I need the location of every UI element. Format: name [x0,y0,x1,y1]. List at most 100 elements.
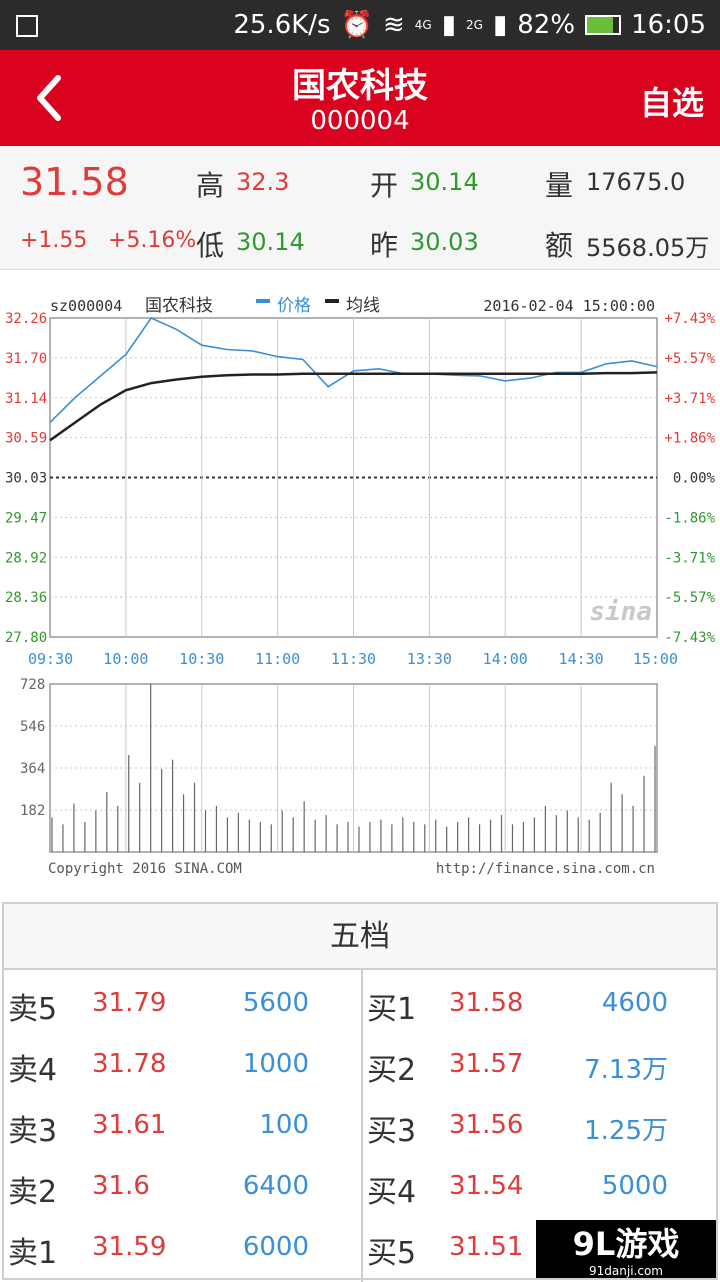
sina-logo: sina [589,597,652,627]
chart-svg: sz000004国农科技价格均线2016-02-04 15:00:0032.26… [0,270,720,900]
app-header: 国农科技 000004 自选 [0,50,720,146]
buy-row[interactable]: 买331.561.25万 [363,1094,718,1155]
sell-price: 31.79 [92,988,166,1018]
x-axis-label: 10:00 [103,650,148,668]
y-axis-label-right: +7.43% [664,311,715,327]
y-axis-label-left: 28.92 [5,550,47,566]
volume-value: 17675.0 [586,168,685,196]
high-value: 32.3 [236,168,289,196]
x-axis-label: 10:30 [179,650,224,668]
buy-level-label: 买3 [367,1106,416,1150]
y-axis-label-left: 31.70 [5,351,47,367]
stock-name: 国农科技 [0,58,720,107]
legend-price-swatch [256,299,270,303]
sell-row[interactable]: 卖4 31.78 1000 [4,1033,359,1094]
sell-row[interactable]: 卖3 31.61 100 [4,1094,359,1155]
order-book-title: 五档 [4,904,716,970]
chart-copyright: Copyright 2016 SINA.COM [48,861,242,877]
buy-level-label: 买4 [367,1167,416,1211]
price-change: +1.55 [20,228,87,253]
sell-level-label: 卖2 [8,1167,57,1211]
site-watermark: 9L游戏 91danji.com [536,1220,716,1278]
x-axis-label: 13:30 [407,650,452,668]
y-axis-label-right: -7.43% [664,630,715,646]
volume-axis-label: 364 [20,761,45,777]
y-axis-label-left: 28.36 [5,590,47,606]
y-axis-label-left: 27.80 [5,630,47,646]
x-axis-label: 11:30 [331,650,376,668]
gallery-icon [16,15,38,37]
sell-price: 31.78 [92,1049,166,1079]
y-axis-label-right: +1.86% [664,431,715,447]
sell-level-label: 卖1 [8,1228,57,1272]
buy-price: 31.51 [449,1232,523,1262]
open-value: 30.14 [410,168,479,196]
status-right: 25.6K/s ⏰ ≋ 4G ▮ 2G ▮ 82% 16:05 [233,10,706,40]
volume-axis-label: 182 [20,803,45,819]
volume-axis-label: 728 [20,677,45,693]
buy-price: 31.54 [449,1171,523,1201]
clock: 16:05 [631,10,706,40]
sell-row[interactable]: 卖5 31.79 5600 [4,972,359,1033]
buy-price: 31.56 [449,1110,523,1140]
wifi-icon: ≋ [383,10,405,40]
watermark-text: 9L游戏 [573,1225,680,1263]
x-axis-label: 14:30 [559,650,604,668]
network-2g: 2G [466,18,483,32]
legend-price-label: 价格 [277,296,311,316]
prev-close-value: 30.03 [410,228,479,256]
alarm-icon: ⏰ [341,10,373,40]
y-axis-label-right: 0.00% [673,471,716,487]
y-axis-label-right: -1.86% [664,510,715,526]
chart-symbol: sz000004 [50,297,122,315]
x-axis-label: 11:00 [255,650,300,668]
volume-label: 量 [545,164,573,204]
signal-icon: ▮ [442,10,456,40]
buy-level-label: 买2 [367,1045,416,1089]
sell-level-label: 卖5 [8,984,57,1028]
buy-volume: 5000 [602,1171,668,1201]
legend-avg-swatch [325,299,339,303]
sell-volume: 1000 [243,1049,309,1079]
sell-row[interactable]: 卖2 31.6 6400 [4,1155,359,1216]
sell-price: 31.61 [92,1110,166,1140]
add-favorite-button[interactable]: 自选 [640,78,704,124]
sell-volume: 6000 [243,1232,309,1262]
battery-icon [585,15,621,35]
battery-level: 82% [517,10,575,40]
y-axis-label-right: -5.57% [664,590,715,606]
y-axis-label-left: 30.59 [5,431,47,447]
y-axis-label-right: +3.71% [664,391,715,407]
high-label: 高 [196,164,224,204]
buy-level-label: 买1 [367,984,416,1028]
intraday-chart[interactable]: sz000004国农科技价格均线2016-02-04 15:00:0032.26… [0,270,720,900]
watermark-url: 91danji.com [536,1264,716,1278]
signal-icon: ▮ [493,10,507,40]
sell-level-label: 卖4 [8,1045,57,1089]
y-axis-label-left: 29.47 [5,510,47,526]
buy-volume: 4600 [602,988,668,1018]
sell-volume: 5600 [243,988,309,1018]
x-axis-label: 14:00 [483,650,528,668]
amount-label: 额 [545,224,573,264]
buy-row[interactable]: 买231.577.13万 [363,1033,718,1094]
y-axis-label-right: -3.71% [664,550,715,566]
buy-row[interactable]: 买1 31.58 4600 [363,972,718,1033]
network-4g: 4G [415,18,432,32]
volume-axis-label: 546 [20,719,45,735]
buy-level-label: 买5 [367,1228,416,1272]
prev-close-label: 昨 [370,224,398,264]
open-label: 开 [370,164,398,204]
sell-price: 31.59 [92,1232,166,1262]
quote-panel: 31.58 +1.55 +5.16% 高 32.3 低 30.14 开 30.1… [0,146,720,270]
buy-volume: 7.13万 [584,1049,668,1086]
sell-volume: 100 [259,1110,309,1140]
buy-row[interactable]: 买4 31.54 5000 [363,1155,718,1216]
chart-datetime: 2016-02-04 15:00:00 [483,297,655,315]
sell-row[interactable]: 卖1 31.59 6000 [4,1216,359,1277]
status-left [16,10,208,40]
sell-price: 31.6 [92,1171,150,1201]
sell-level-label: 卖3 [8,1106,57,1150]
sell-volume: 6400 [243,1171,309,1201]
buy-price: 31.58 [449,988,523,1018]
